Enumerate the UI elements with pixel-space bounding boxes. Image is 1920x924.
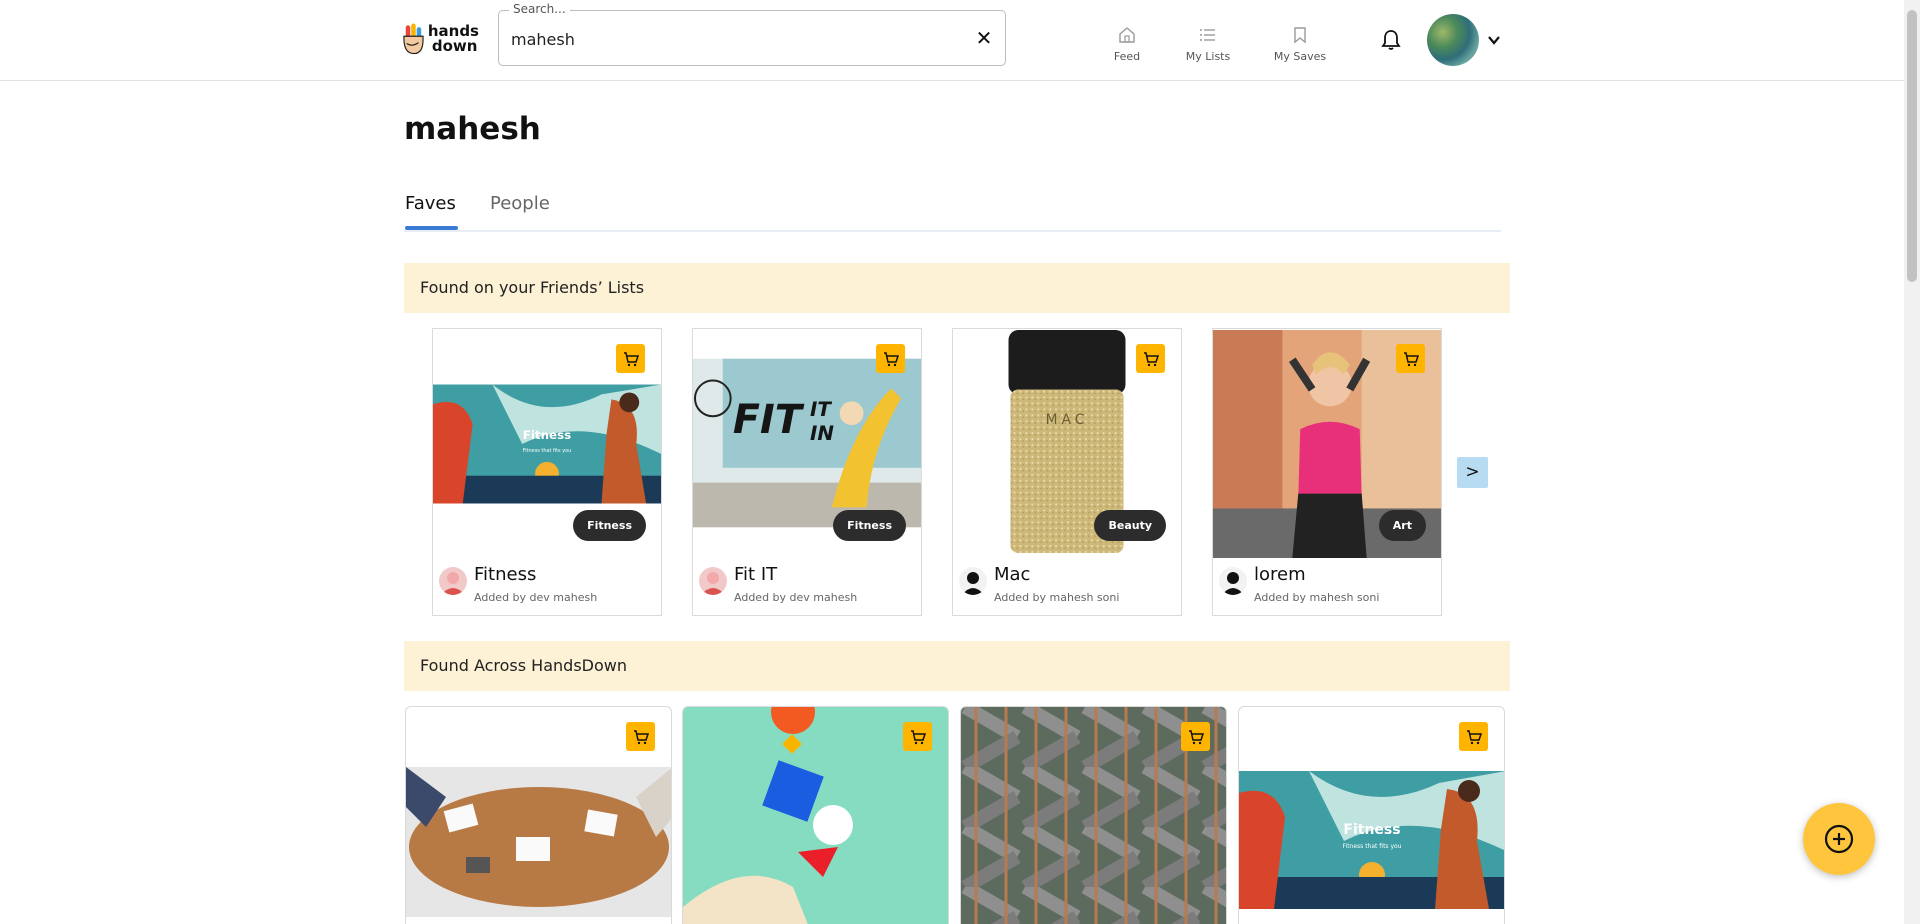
- category-badge: Beauty: [1094, 510, 1166, 541]
- fitness-image-title: Fitness: [1343, 822, 1400, 838]
- cart-icon: [883, 351, 899, 366]
- card-title: lorem: [1254, 564, 1306, 585]
- card-title: Mac: [994, 564, 1031, 585]
- category-badge: Fitness: [573, 510, 646, 541]
- close-icon[interactable]: ✕: [973, 26, 995, 50]
- bell-icon[interactable]: [1381, 29, 1401, 51]
- nav-my-saves-label: My Saves: [1273, 50, 1327, 63]
- fave-card[interactable]: FIT IT IN Fitness Fit IT Added by dev ma…: [692, 328, 922, 616]
- cart-button[interactable]: [1459, 722, 1488, 751]
- cart-button[interactable]: [903, 722, 932, 751]
- avatar: [699, 567, 727, 595]
- fitness-image-tagline: Fitness that fits you: [1343, 843, 1402, 850]
- user-avatar[interactable]: [1427, 14, 1479, 66]
- cart-icon: [1188, 729, 1204, 744]
- fave-card[interactable]: Art lorem Added by mahesh soni: [1212, 328, 1442, 616]
- card-added-by: Added by dev mahesh: [734, 591, 858, 604]
- cart-icon: [623, 351, 639, 366]
- nav-feed[interactable]: Feed: [1092, 26, 1162, 63]
- avatar: [439, 567, 467, 595]
- cart-icon: [1403, 351, 1419, 366]
- avatar: [959, 567, 987, 595]
- fit-image-word-it: IT: [810, 398, 832, 421]
- cart-button[interactable]: [1396, 344, 1425, 373]
- card-added-by: Added by dev mahesh: [474, 591, 598, 604]
- friends-section-title: Found on your Friends’ Lists: [420, 278, 645, 297]
- bookmark-icon: [1294, 27, 1306, 44]
- chevron-down-icon[interactable]: [1487, 33, 1501, 47]
- fit-it-in-image: FIT IT IN: [693, 358, 921, 528]
- fave-card[interactable]: [960, 706, 1227, 924]
- fave-card[interactable]: MAC Beauty Mac Added by mahesh soni: [952, 328, 1182, 616]
- across-section-header: Found Across HandsDown: [404, 641, 1510, 691]
- active-tab-indicator: [405, 226, 458, 230]
- meeting-table-image: [406, 767, 671, 917]
- cart-button[interactable]: [1136, 344, 1165, 373]
- card-added-by: Added by mahesh soni: [1254, 591, 1380, 604]
- fave-card[interactable]: [682, 706, 949, 924]
- home-icon: [1119, 27, 1135, 43]
- carousel-next-button[interactable]: >: [1457, 457, 1488, 488]
- nav-my-lists[interactable]: My Lists: [1173, 26, 1243, 63]
- cart-icon: [1143, 351, 1159, 366]
- search-box[interactable]: Search... ✕: [498, 2, 1006, 66]
- fave-card[interactable]: Fitness Fitness that fits you: [1238, 706, 1505, 924]
- fave-card[interactable]: [405, 706, 672, 924]
- across-section-title: Found Across HandsDown: [420, 656, 627, 675]
- friends-section-header: Found on your Friends’ Lists: [404, 263, 1510, 313]
- add-fave-button[interactable]: [1803, 803, 1875, 875]
- card-added-by: Added by mahesh soni: [994, 591, 1120, 604]
- fitness-illustration-image: Fitness Fitness that fits you: [433, 384, 661, 504]
- plus-circle-icon: [1824, 824, 1854, 854]
- mac-brand-text: MAC: [1046, 412, 1089, 428]
- fit-image-word-fit: FIT: [733, 397, 805, 443]
- tab-bar: Faves People: [404, 186, 1501, 232]
- category-badge: Fitness: [833, 510, 906, 541]
- fitness-image-title: Fitness: [523, 428, 572, 442]
- nav-my-saves[interactable]: My Saves: [1265, 26, 1335, 63]
- search-input[interactable]: [511, 27, 951, 51]
- hand-logo-icon: [403, 23, 424, 55]
- tab-faves[interactable]: Faves: [405, 193, 456, 214]
- page-title: mahesh: [404, 111, 541, 147]
- fit-image-word-in: IN: [810, 422, 834, 445]
- logo-text-down: down: [431, 37, 478, 55]
- cart-button[interactable]: [876, 344, 905, 373]
- cart-button[interactable]: [616, 344, 645, 373]
- top-header: hands down Search... ✕ Feed My Lists My …: [0, 0, 1904, 81]
- card-title: Fit IT: [734, 564, 778, 585]
- search-label: Search...: [509, 2, 570, 16]
- nav-my-lists-label: My Lists: [1185, 50, 1231, 63]
- nav-feed-label: Feed: [1113, 50, 1141, 63]
- fitness-illustration-image: Fitness Fitness that fits you: [1239, 771, 1504, 909]
- cart-icon: [633, 729, 649, 744]
- fitness-image-tagline: Fitness that fits you: [523, 448, 572, 454]
- tab-people[interactable]: People: [490, 193, 550, 214]
- fave-card[interactable]: Fitness Fitness that fits you Fitness Fi…: [432, 328, 662, 616]
- avatar: [1219, 567, 1247, 595]
- cart-button[interactable]: [626, 722, 655, 751]
- cart-icon: [910, 729, 926, 744]
- cart-button[interactable]: [1181, 722, 1210, 751]
- handsdown-logo[interactable]: hands down: [403, 20, 479, 58]
- list-icon: [1200, 29, 1215, 41]
- category-badge: Art: [1378, 510, 1426, 541]
- card-title: Fitness: [474, 564, 537, 585]
- cart-icon: [1466, 729, 1482, 744]
- scrollbar-thumb[interactable]: [1907, 10, 1917, 282]
- page-scrollbar[interactable]: [1904, 0, 1920, 924]
